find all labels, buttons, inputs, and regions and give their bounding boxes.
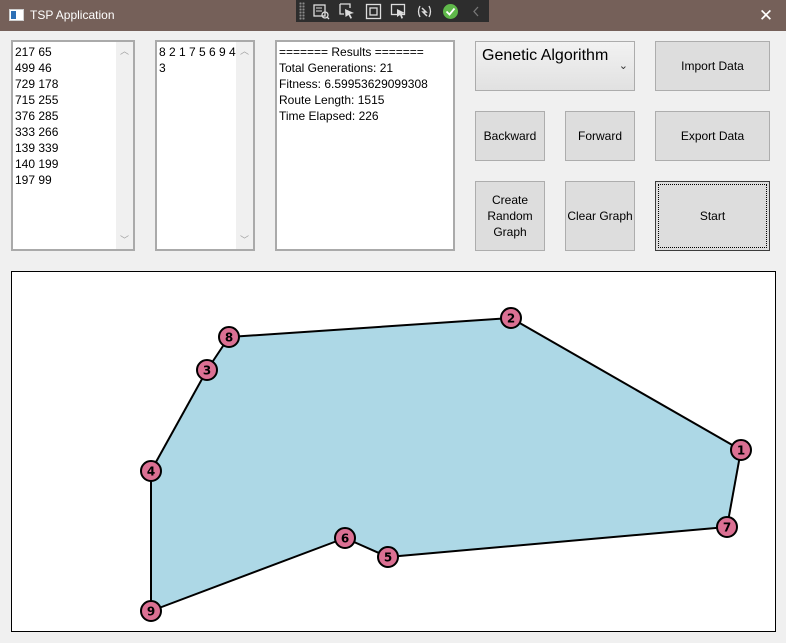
coordinate-list-item[interactable]: 139 339 (15, 140, 113, 156)
results-line-generations: Total Generations: 21 (279, 61, 394, 75)
coordinate-list-item[interactable]: 715 255 (15, 92, 113, 108)
graph-canvas[interactable]: 1 2 3 4 5 6 7 8 9 (11, 271, 776, 632)
algorithm-select[interactable]: Genetic Algorithm ⌄ (475, 41, 635, 91)
window-title: TSP Application (30, 8, 115, 22)
binding-check-icon[interactable] (438, 0, 464, 22)
start-button[interactable]: Start (655, 181, 770, 251)
chevron-down-icon: ⌄ (618, 60, 628, 72)
graph-svg: 1 2 3 4 5 6 7 8 9 (140, 307, 752, 622)
graph-node-label: 9 (147, 605, 155, 619)
graph-node-label: 1 (737, 444, 745, 458)
graph-node-label: 7 (723, 521, 731, 535)
import-data-button[interactable]: Import Data (655, 41, 770, 91)
coordinate-list-item[interactable]: 333 266 (15, 124, 113, 140)
route-list-item[interactable]: 8 2 1 7 5 6 9 4 (159, 44, 236, 60)
coordinates-list[interactable]: 217 65 499 46 729 178 715 255 376 285 333 266… (11, 40, 135, 251)
graph-node-label: 2 (507, 312, 515, 326)
algorithm-select-value: Genetic Algorithm (482, 47, 609, 64)
hot-reload-icon[interactable] (412, 0, 438, 22)
display-layout-adorners-icon[interactable] (360, 0, 386, 22)
route-list-content: 8 2 1 7 5 6 9 43 (159, 44, 236, 76)
collapse-chevron-icon[interactable] (463, 0, 489, 22)
coordinates-list-content: 217 65 499 46 729 178 715 255 376 285 333 266… (15, 44, 113, 188)
route-list-item[interactable]: 3 (159, 60, 233, 76)
coordinate-list-item[interactable]: 729 178 (15, 76, 113, 92)
export-data-button[interactable]: Export Data (655, 111, 770, 161)
create-random-graph-button[interactable]: Create Random Graph (475, 181, 545, 251)
coordinates-scrollbar[interactable]: ︿ ﹀ (116, 42, 133, 249)
results-line-route-length: Route Length: 1515 (279, 93, 385, 107)
results-line-time-elapsed: Time Elapsed: 226 (279, 109, 379, 123)
graph-node-label: 4 (147, 465, 155, 479)
route-scrollbar[interactable]: ︿ ﹀ (236, 42, 253, 249)
backward-button[interactable]: Backward (475, 111, 545, 161)
coordinate-list-item[interactable]: 376 285 (15, 108, 113, 124)
graph-node-label: 3 (203, 364, 211, 378)
coordinate-list-item[interactable]: 499 46 (15, 60, 113, 76)
coordinate-list-item[interactable]: 217 65 (15, 44, 113, 60)
select-element-icon[interactable] (335, 0, 361, 22)
coordinate-list-item[interactable]: 197 99 (15, 172, 113, 188)
close-button[interactable]: ✕ (746, 0, 786, 31)
graph-node-label: 5 (384, 551, 392, 565)
results-panel: ======= Results ======= Total Generation… (275, 40, 455, 251)
results-header: ======= Results ======= (279, 45, 424, 59)
scroll-down-icon[interactable]: ﹀ (116, 233, 133, 247)
route-area (151, 318, 741, 611)
clear-graph-button[interactable]: Clear Graph (565, 181, 635, 251)
route-list[interactable]: 8 2 1 7 5 6 9 43 ︿ ﹀ (155, 40, 255, 251)
results-line-fitness: Fitness: 6.59953629099308 (279, 77, 428, 91)
scroll-up-icon[interactable]: ︿ (116, 44, 133, 58)
track-focused-element-icon[interactable] (386, 0, 412, 22)
live-visual-tree-icon[interactable] (309, 0, 335, 22)
app-icon (9, 9, 24, 21)
coordinate-list-item[interactable]: 140 199 (15, 156, 113, 172)
debug-toolbar (296, 0, 489, 22)
graph-node-label: 8 (225, 331, 233, 345)
toolbar-grip[interactable] (299, 2, 305, 20)
scroll-down-icon[interactable]: ﹀ (236, 233, 253, 247)
graph-node-label: 6 (341, 532, 349, 546)
forward-button[interactable]: Forward (565, 111, 635, 161)
scroll-up-icon[interactable]: ︿ (236, 44, 253, 58)
